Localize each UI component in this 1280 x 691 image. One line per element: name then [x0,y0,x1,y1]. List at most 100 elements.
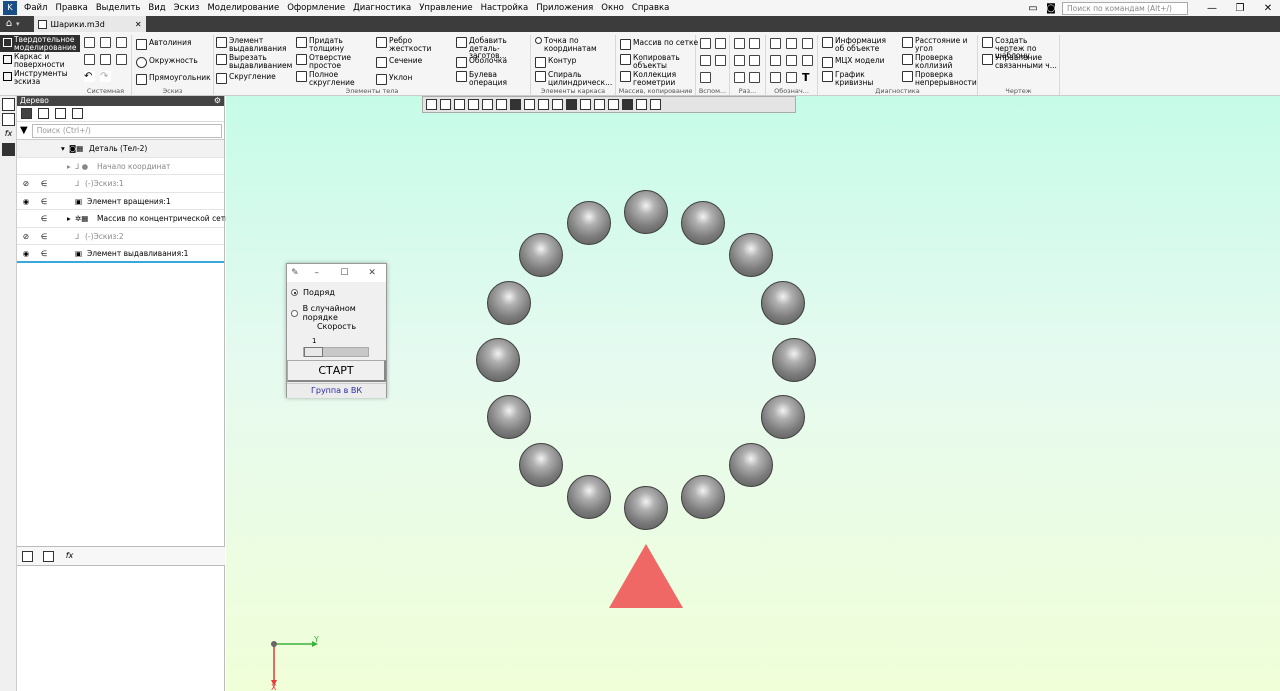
new-file-icon[interactable] [84,37,95,48]
redo-icon[interactable]: ↷ [100,71,111,82]
radio-dot[interactable] [291,289,298,296]
tree-row-origin[interactable]: ▸ ⅃ ● Начало координат [17,158,224,175]
copy-objects-button[interactable]: Копировать объекты [620,54,693,69]
speed-slider[interactable] [303,347,369,357]
print-preview-icon[interactable] [100,54,111,65]
expand-icon[interactable]: ▸ [67,158,71,175]
extrude-button[interactable]: Элемент выдавливания [216,37,289,52]
menu-diagnostics[interactable]: Диагностика [349,0,415,16]
measure-icon[interactable] [636,99,647,110]
dialog-maximize-icon[interactable]: ☐ [331,268,359,278]
boolean-button[interactable]: Булева операция [456,71,515,86]
hidden-eye-icon[interactable]: ⊘ [21,175,31,192]
menu-settings[interactable]: Настройка [477,0,533,16]
line-break-icon[interactable] [786,72,797,83]
zoom-icon[interactable] [454,99,465,110]
tree-filter-icon[interactable] [55,108,66,119]
ball[interactable] [487,281,532,326]
ball[interactable] [728,442,773,487]
fillet-button[interactable]: Скругление [216,73,276,84]
ball[interactable] [624,486,668,530]
ball[interactable] [760,394,805,439]
tab-close-icon[interactable]: ✕ [135,20,142,29]
tree-icon[interactable] [2,98,15,111]
display-mode-icon[interactable] [552,99,563,110]
tree-build-order-icon[interactable] [38,108,49,119]
include-icon[interactable]: ∈ [39,175,49,192]
menu-applications[interactable]: Приложения [532,0,597,16]
plane-icon[interactable] [700,38,711,49]
dialog-close-icon[interactable]: ✕ [358,268,386,278]
home-icon[interactable]: ⌂ [2,17,16,31]
layers-icon[interactable] [2,143,15,156]
include-icon[interactable]: ∈ [39,210,49,227]
rectangle-button[interactable]: Прямоугольник [136,74,211,85]
expand-icon[interactable]: ▾ [61,140,65,157]
tree-row-sketch-1[interactable]: ⊘ ∈ ⅃ (-)Эскиз:1 [17,175,224,193]
chevron-down-icon[interactable]: ▾ [16,20,20,28]
dialog-minimize-icon[interactable]: – [303,268,331,278]
menu-management[interactable]: Управление [415,0,476,16]
tree-row-revolve[interactable]: ◉ ∈ ▣ Элемент вращения:1 [17,193,224,210]
dimension-icon[interactable] [734,38,745,49]
section-view-icon[interactable] [566,99,577,110]
tree-row-array[interactable]: ∈ ▸ ✲▦ Массив по концентрической сетке [17,210,234,228]
radio-random[interactable]: В случайном порядке [291,304,386,322]
rib-button[interactable]: Ребро жесткости [376,37,435,52]
axis-icon[interactable] [715,38,726,49]
ball[interactable] [680,201,725,246]
roughness-icon[interactable] [786,38,797,49]
ball[interactable] [772,338,816,382]
ball[interactable] [728,233,773,278]
full-fillet-button[interactable]: Полное скругление [296,71,355,86]
tree-row-sketch-2[interactable]: ⊘ ∈ ⅃ (-)Эскиз:2 [17,228,224,245]
hide-show-icon[interactable] [538,99,549,110]
eye-icon[interactable]: ◉ [21,193,31,210]
ball[interactable] [487,394,532,439]
save-as-icon[interactable] [116,54,127,65]
menu-select[interactable]: Выделить [92,0,145,16]
mode-frame[interactable]: Каркас и поверхности [0,52,80,69]
red-triangle[interactable] [609,544,683,608]
variables-tab-icon[interactable]: fx [64,551,75,562]
ball[interactable] [760,281,805,326]
hidden-eye-icon[interactable]: ⊘ [21,228,31,245]
aux-point-icon[interactable] [700,55,711,66]
shaded-view-icon[interactable] [510,99,521,110]
gear-icon[interactable]: ⚙ [214,96,221,106]
menu-modeling[interactable]: Моделирование [203,0,283,16]
cut-extrude-button[interactable]: Вырезать выдавливанием [216,54,292,69]
linear-icon[interactable] [734,72,745,83]
include-icon[interactable]: ∈ [39,193,49,210]
base-icon[interactable] [802,38,813,49]
document-tab[interactable]: Шарики.m3d ✕ [33,16,146,32]
tolerance-icon[interactable] [770,55,781,66]
point-button[interactable]: Точка по координатам [535,37,608,52]
mode-solid[interactable]: Твердотельное моделирование [0,35,80,52]
weld-icon[interactable] [770,72,781,83]
mass-properties-button[interactable]: МЦХ модели [822,57,885,68]
collisions-button[interactable]: Проверка коллизий [902,54,977,69]
angle-icon[interactable] [749,55,760,66]
pan-icon[interactable] [468,99,479,110]
ball[interactable] [567,474,612,519]
save-icon[interactable] [116,37,127,48]
variables-icon[interactable]: fx [2,128,15,141]
distance-angle-button[interactable]: Расстояние и угол [902,37,977,52]
sketch-view-icon[interactable] [650,99,661,110]
slope-button[interactable]: Уклон [376,74,412,85]
menu-design[interactable]: Оформление [283,0,349,16]
eye-icon[interactable]: ◉ [21,245,31,262]
open-icon[interactable] [100,37,111,48]
wireframe-icon[interactable] [524,99,535,110]
close-icon[interactable]: ✕ [1256,3,1280,14]
autoline-button[interactable]: Автолиния [136,39,191,50]
include-icon[interactable]: ∈ [39,228,49,245]
aux-curve-icon[interactable] [700,72,711,83]
restore-icon[interactable]: ❐ [1228,3,1252,14]
tree-row-extrude[interactable]: ◉ ∈ ▣ Элемент выдавливания:1 [17,245,224,263]
properties-icon[interactable] [2,113,15,126]
ball[interactable] [519,233,564,278]
tree-structure-icon[interactable] [21,108,32,119]
copy-view-icon[interactable] [594,99,605,110]
